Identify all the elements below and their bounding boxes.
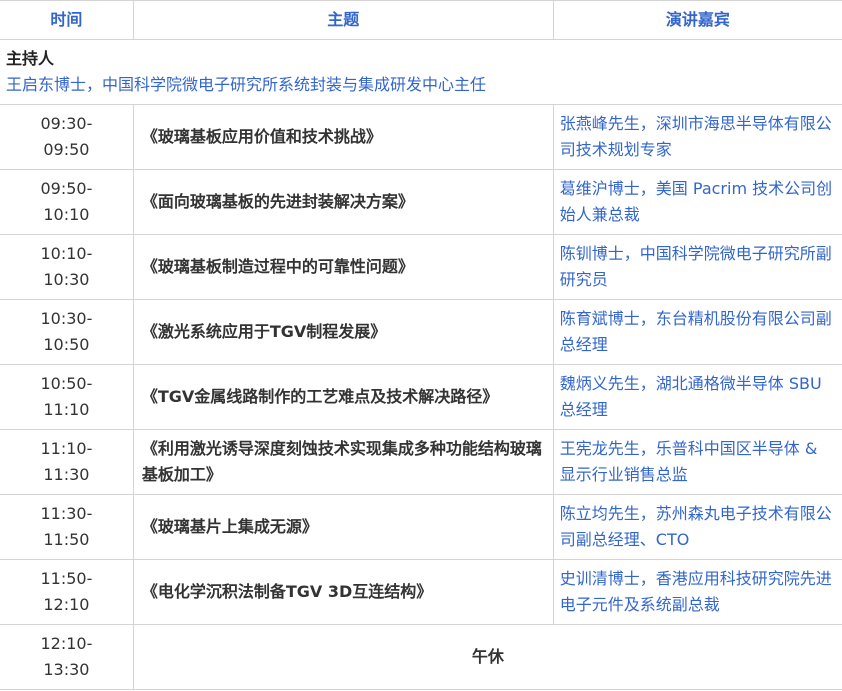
speaker-cell: 陈育斌博士，东台精机股份有限公司副总经理 — [552, 299, 842, 365]
topic-cell: 《TGV金属线路制作的工艺难点及技术解决路径》 — [132, 364, 554, 430]
topic-cell: 《玻璃基片上集成无源》 — [132, 494, 554, 560]
lunch-break-label: 午休 — [132, 624, 842, 690]
header-time: 时间 — [0, 0, 134, 40]
topic-cell: 《电化学沉积法制备TGV 3D互连结构》 — [132, 559, 554, 625]
table-row: 09:50- 10:10 《面向玻璃基板的先进封装解决方案》 葛维沪博士，美国 P… — [0, 169, 842, 235]
header-topic: 主题 — [132, 0, 554, 40]
time-cell: 10:30- 10:50 — [0, 299, 134, 365]
table-row: 11:50- 12:10 《电化学沉积法制备TGV 3D互连结构》 史训清博士，香… — [0, 559, 842, 625]
time-cell: 11:30- 11:50 — [0, 494, 134, 560]
table-row: 11:30- 11:50 《玻璃基片上集成无源》 陈立均先生，苏州森丸电子技术有限… — [0, 494, 842, 560]
time-cell: 12:10- 13:30 — [0, 624, 134, 690]
time-cell: 09:50- 10:10 — [0, 169, 134, 235]
header-speaker: 演讲嘉宾 — [552, 0, 842, 40]
table-row: 10:50- 11:10 《TGV金属线路制作的工艺难点及技术解决路径》 魏炳义先… — [0, 364, 842, 430]
header-row: 时间 主题 演讲嘉宾 — [0, 0, 842, 40]
agenda-table: 时间 主题 演讲嘉宾 主持人 王启东博士，中国科学院微电子研究所系统封装与集成研… — [0, 0, 842, 690]
speaker-cell: 史训清博士，香港应用科技研究院先进电子元件及系统副总裁 — [552, 559, 842, 625]
speaker-cell: 葛维沪博士，美国 Pacrim 技术公司创始人兼总裁 — [552, 169, 842, 235]
topic-cell: 《玻璃基板制造过程中的可靠性问题》 — [132, 234, 554, 300]
time-cell: 10:10- 10:30 — [0, 234, 134, 300]
time-cell: 09:30- 09:50 — [0, 104, 134, 170]
speaker-cell: 魏炳义先生，湖北通格微半导体 SBU 总经理 — [552, 364, 842, 430]
lunch-row: 12:10- 13:30 午休 — [0, 624, 842, 690]
topic-cell: 《利用激光诱导深度刻蚀技术实现集成多种功能结构玻璃基板加工》 — [132, 429, 554, 495]
speaker-cell: 王宪龙先生，乐普科中国区半导体 & 显示行业销售总监 — [552, 429, 842, 495]
host-name: 王启东博士，中国科学院微电子研究所系统封装与集成研发中心主任 — [6, 75, 487, 94]
time-cell: 10:50- 11:10 — [0, 364, 134, 430]
topic-cell: 《激光系统应用于TGV制程发展》 — [132, 299, 554, 365]
host-row: 主持人 王启东博士，中国科学院微电子研究所系统封装与集成研发中心主任 — [0, 39, 842, 105]
time-cell: 11:50- 12:10 — [0, 559, 134, 625]
host-cell: 主持人 王启东博士，中国科学院微电子研究所系统封装与集成研发中心主任 — [0, 39, 842, 105]
speaker-cell: 陈钏博士，中国科学院微电子研究所副研究员 — [552, 234, 842, 300]
topic-cell: 《玻璃基板应用价值和技术挑战》 — [132, 104, 554, 170]
table-row: 11:10- 11:30 《利用激光诱导深度刻蚀技术实现集成多种功能结构玻璃基板加… — [0, 429, 842, 495]
table-row: 10:30- 10:50 《激光系统应用于TGV制程发展》 陈育斌博士，东台精机股… — [0, 299, 842, 365]
topic-cell: 《面向玻璃基板的先进封装解决方案》 — [132, 169, 554, 235]
speaker-cell: 张燕峰先生，深圳市海思半导体有限公司技术规划专家 — [552, 104, 842, 170]
host-title: 主持人 — [6, 49, 55, 68]
table-row: 10:10- 10:30 《玻璃基板制造过程中的可靠性问题》 陈钏博士，中国科学院… — [0, 234, 842, 300]
table-row: 09:30- 09:50 《玻璃基板应用价值和技术挑战》 张燕峰先生，深圳市海思半… — [0, 104, 842, 170]
speaker-cell: 陈立均先生，苏州森丸电子技术有限公司副总经理、CTO — [552, 494, 842, 560]
time-cell: 11:10- 11:30 — [0, 429, 134, 495]
